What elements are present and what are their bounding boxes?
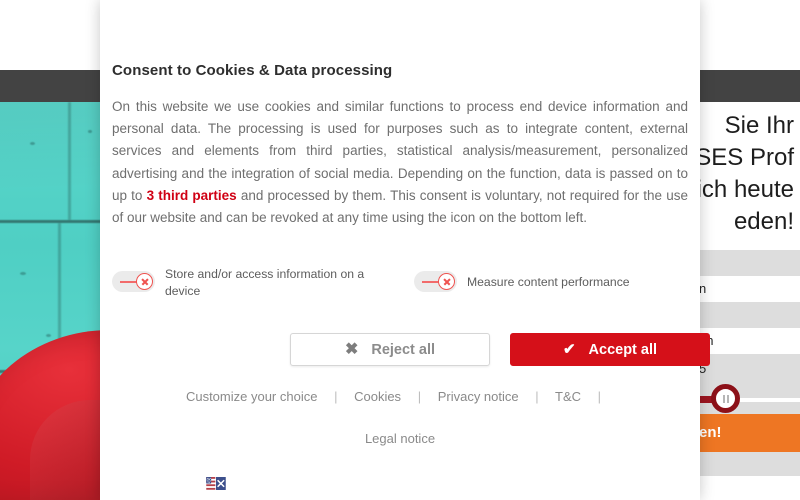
accept-all-button[interactable]: ✔ Accept all xyxy=(510,333,710,366)
purpose-toggle-label: Store and/or access information on a dev… xyxy=(165,267,365,298)
wall-speck xyxy=(46,334,51,337)
check-icon: ✔ xyxy=(562,341,576,358)
reject-all-label: Reject all xyxy=(371,341,436,358)
cross-icon: ✖ xyxy=(344,340,359,358)
privacy-choices-flag-icon[interactable] xyxy=(206,477,226,490)
link-cookies[interactable]: Cookies xyxy=(354,389,401,404)
slider-knob[interactable] xyxy=(711,384,740,413)
toggle-knob xyxy=(438,273,455,290)
wall-speck xyxy=(88,130,92,133)
background-slider[interactable] xyxy=(689,384,800,414)
toggle-off-cross-icon[interactable] xyxy=(112,271,155,292)
third-parties-highlight: 3 third parties xyxy=(146,187,237,203)
modal-body-text: On this website we use cookies and simil… xyxy=(112,96,688,229)
link-separator: | xyxy=(334,389,338,404)
modal-links-row-primary: Customize your choice | Cookies | Privac… xyxy=(100,389,700,404)
background-footer-strip xyxy=(689,452,800,476)
reject-all-button[interactable]: ✖ Reject all xyxy=(290,333,490,366)
toggle-off-cross-icon[interactable] xyxy=(414,271,457,292)
brick-seam xyxy=(68,102,71,220)
link-terms-and-conditions[interactable]: T&C xyxy=(555,389,581,404)
background-cta-button[interactable]: en! xyxy=(689,414,800,452)
link-separator: | xyxy=(417,389,422,404)
table-row xyxy=(689,250,800,276)
purpose-toggle-store-access[interactable]: Store and/or access information on a dev… xyxy=(112,264,400,300)
purpose-toggle-measure-content[interactable]: Measure content performance xyxy=(400,264,688,300)
modal-links-row-secondary: Legal notice xyxy=(100,431,700,446)
link-separator: | xyxy=(597,389,602,404)
wall-speck xyxy=(30,142,35,145)
link-separator: | xyxy=(535,389,539,404)
cookie-consent-modal: Consent to Cookies & Data processing On … xyxy=(100,0,710,500)
wall-speck xyxy=(20,272,26,275)
table-row xyxy=(689,302,800,328)
link-privacy-notice[interactable]: Privacy notice xyxy=(438,389,519,404)
link-legal-notice[interactable]: Legal notice xyxy=(365,431,435,446)
purpose-toggle-label: Measure content performance xyxy=(467,275,630,289)
toggle-knob xyxy=(136,273,153,290)
purpose-toggle-grid: Store and/or access information on a dev… xyxy=(112,264,688,300)
screenshot-root: Sie Ihr SES Prof sich heute eden! n en 5… xyxy=(0,0,800,500)
accept-all-label: Accept all xyxy=(588,341,658,358)
modal-title: Consent to Cookies & Data processing xyxy=(112,62,393,79)
link-customize-your-choice[interactable]: Customize your choice xyxy=(186,389,318,404)
table-row: n xyxy=(689,276,800,302)
